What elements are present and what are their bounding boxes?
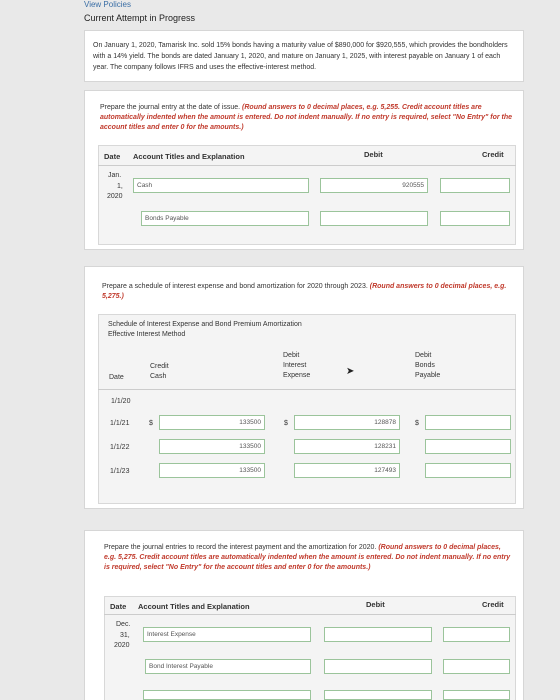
part2-instructions: Prepare a schedule of interest expense a…	[102, 282, 514, 302]
part3-debit-field-1[interactable]	[324, 627, 432, 642]
part3-journal-table	[104, 596, 516, 700]
schedule-cash-field[interactable]: 133500	[159, 415, 265, 430]
part1-date-year: 2020	[107, 193, 123, 200]
part3-date-day: 31,	[120, 632, 130, 639]
part1-instructions: Prepare the journal entry at the date of…	[100, 103, 515, 133]
part1-date-day: 1,	[117, 183, 123, 190]
part1-account-field-1[interactable]: Cash	[133, 178, 309, 193]
part1-col-debit: Debit	[364, 150, 383, 159]
part3-debit-field-3[interactable]	[324, 690, 432, 700]
part1-instruction-text: Prepare the journal entry at the date of…	[100, 104, 241, 111]
part1-credit-field-1[interactable]	[440, 178, 510, 193]
schedule-header-divider	[98, 389, 516, 390]
schedule-interest-field[interactable]: 128231	[294, 439, 400, 454]
part3-instruction-text: Prepare the journal entries to record th…	[104, 544, 377, 551]
part3-credit-field-3[interactable]	[443, 690, 510, 700]
schedule-interest-field[interactable]: 128878	[294, 415, 400, 430]
part1-account-field-2[interactable]: Bonds Payable	[141, 211, 309, 226]
part3-col-debit: Debit	[366, 600, 385, 609]
part3-col-credit: Credit	[482, 600, 504, 609]
part3-debit-field-2[interactable]	[324, 659, 432, 674]
schedule-bonds-field[interactable]	[425, 439, 511, 454]
schedule-interest-field[interactable]: 127493	[294, 463, 400, 478]
schedule-row-date: 1/1/22	[110, 444, 130, 451]
part3-col-account: Account Titles and Explanation	[138, 602, 250, 611]
schedule-bonds-field[interactable]	[425, 463, 511, 478]
part3-credit-field-1[interactable]	[443, 627, 510, 642]
view-policies-link[interactable]: View Policies	[84, 0, 131, 9]
part3-account-field-1[interactable]: Interest Expense	[143, 627, 311, 642]
mouse-cursor-icon: ➤	[346, 366, 355, 377]
part1-header-divider	[98, 165, 516, 166]
schedule-subtitle: Effective Interest Method	[108, 331, 186, 338]
part3-account-field-2[interactable]: Bond Interest Payable	[145, 659, 311, 674]
part3-date-month: Dec.	[116, 621, 131, 628]
schedule-row-date: 1/1/23	[110, 468, 130, 475]
part1-col-credit: Credit	[482, 150, 504, 159]
schedule-col-credit-cash: Credit Cash	[150, 363, 169, 380]
currency-symbol: $	[284, 420, 288, 427]
problem-statement: On January 1, 2020, Tamarisk Inc. sold 1…	[84, 30, 524, 82]
schedule-title: Schedule of Interest Expense and Bond Pr…	[108, 321, 302, 328]
part1-date-month: Jan.	[108, 172, 122, 179]
schedule-row-date: 1/1/21	[110, 420, 130, 427]
part2-instruction-text: Prepare a schedule of interest expense a…	[102, 283, 368, 290]
schedule-col-debit-bonds: Debit Bonds Payable	[415, 352, 441, 379]
schedule-cash-field[interactable]: 133500	[159, 463, 265, 478]
part1-debit-field-2[interactable]	[320, 211, 428, 226]
part3-col-date: Date	[110, 602, 127, 611]
part1-credit-field-2[interactable]	[440, 211, 510, 226]
schedule-bonds-field[interactable]	[425, 415, 511, 430]
part3-instructions: Prepare the journal entries to record th…	[104, 543, 514, 573]
currency-symbol: $	[149, 420, 153, 427]
schedule-cash-field[interactable]: 133500	[159, 439, 265, 454]
part1-col-account: Account Titles and Explanation	[133, 152, 245, 161]
schedule-col-debit-interest: Debit Interest Expense	[283, 352, 311, 379]
schedule-row-date: 1/1/20	[111, 398, 131, 405]
part3-account-field-3[interactable]	[143, 690, 311, 700]
part3-date-year: 2020	[114, 642, 130, 649]
part3-header-divider	[104, 614, 516, 615]
part3-credit-field-2[interactable]	[443, 659, 510, 674]
part1-col-date: Date	[104, 152, 121, 161]
part1-debit-field-1[interactable]: 920555	[320, 178, 428, 193]
schedule-col-date: Date	[109, 374, 124, 381]
currency-symbol: $	[415, 420, 419, 427]
attempt-status: Current Attempt in Progress	[84, 13, 196, 23]
